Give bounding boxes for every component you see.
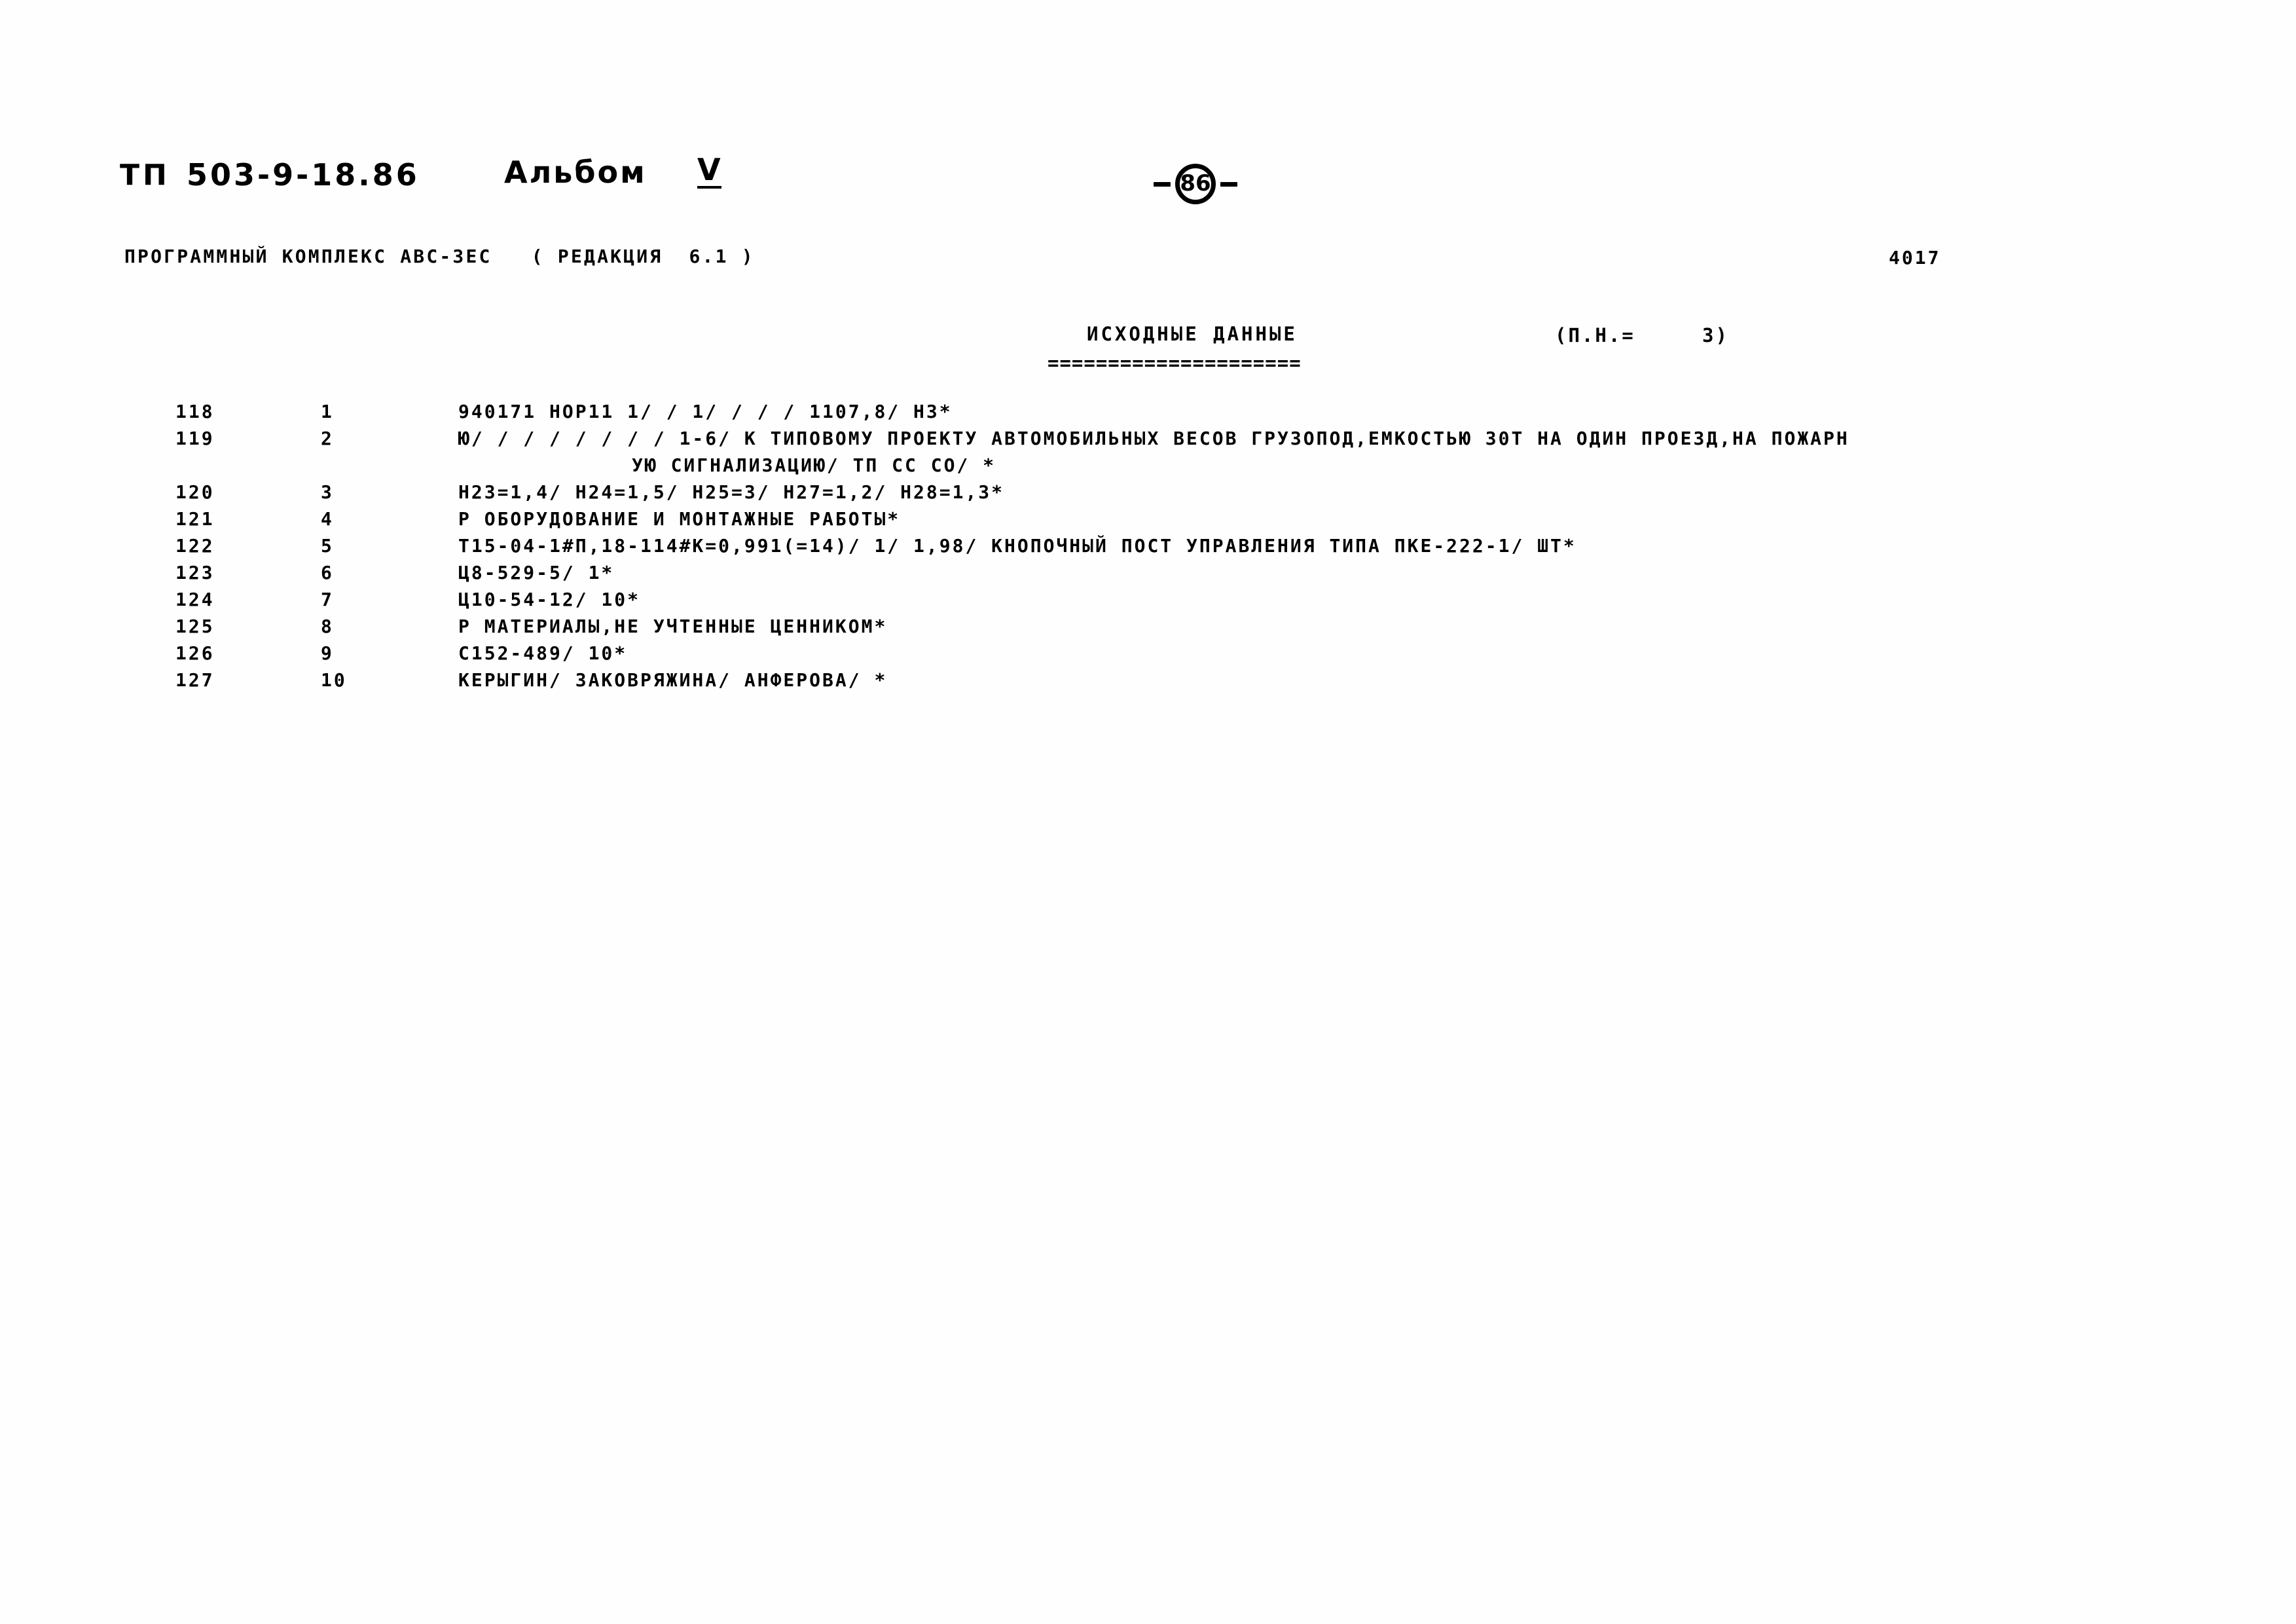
- table-row: УЮ СИГНАЛИЗАЦИЮ/ ТП СС СО/ *: [0, 454, 2296, 481]
- row-sequence-number: 5: [321, 535, 334, 557]
- row-content: Ц8-529-5/ 1*: [458, 562, 615, 583]
- dash-left-icon: [1154, 181, 1171, 187]
- row-line-number: 119: [175, 428, 215, 449]
- series-prefix: ТП: [120, 158, 170, 192]
- row-line-number: 123: [175, 562, 215, 583]
- table-row: 123 6 Ц8-529-5/ 1*: [0, 562, 2296, 589]
- row-content: Н23=1,4/ Н24=1,5/ Н25=3/ Н27=1,2/ Н28=1,…: [458, 481, 1005, 503]
- page-number-circle: 86: [1175, 164, 1216, 204]
- row-line-number: 125: [175, 616, 215, 637]
- table-row: 118 1 940171 НОР11 1/ / 1/ / / / 1107,8/ Н…: [0, 401, 2296, 428]
- document-page: ТП 503-9-18.86 Альбом V 86 ПРОГРАММНЫЙ К…: [0, 0, 2296, 1624]
- page-number-value: 86: [1180, 170, 1211, 196]
- row-sequence-number: 9: [321, 642, 334, 664]
- section-title: ИСХОДНЫЕ ДАННЫЕ: [1087, 323, 1298, 345]
- table-row: 121 4 Р ОБОРУДОВАНИЕ И МОНТАЖНЫЕ РАБОТЫ*: [0, 508, 2296, 535]
- table-row: 127 10 КЕРЫГИН/ ЗАКОВРЯЖИНА/ АНФЕРОВА/ *: [0, 669, 2296, 696]
- row-sequence-number: 4: [321, 508, 334, 530]
- album-number: V: [697, 152, 721, 189]
- table-row: 124 7 Ц10-54-12/ 10*: [0, 589, 2296, 616]
- row-sequence-number: 7: [321, 589, 334, 610]
- row-line-number: 120: [175, 481, 215, 503]
- sheet-code: 4017: [1889, 247, 1941, 268]
- row-line-number: 121: [175, 508, 215, 530]
- row-content: Т15-04-1#П,18-114#К=0,991(=14)/ 1/ 1,98/…: [458, 535, 1576, 557]
- row-content: 940171 НОР11 1/ / 1/ / / / 1107,8/ Н3*: [458, 401, 953, 422]
- row-content: Р ОБОРУДОВАНИЕ И МОНТАЖНЫЕ РАБОТЫ*: [458, 508, 901, 530]
- row-line-number: 126: [175, 642, 215, 664]
- row-content: КЕРЫГИН/ ЗАКОВРЯЖИНА/ АНФЕРОВА/ *: [458, 669, 888, 691]
- table-row: 120 3 Н23=1,4/ Н24=1,5/ Н25=3/ Н27=1,2/ Н2…: [0, 481, 2296, 508]
- row-line-number: 127: [175, 669, 215, 691]
- row-sequence-number: 6: [321, 562, 334, 583]
- table-row: 126 9 С152-489/ 10*: [0, 642, 2296, 669]
- row-line-number: 122: [175, 535, 215, 557]
- row-sequence-number: 3: [321, 481, 334, 503]
- album-label: Альбом: [504, 155, 647, 190]
- project-code: 503-9-18.86: [187, 157, 420, 193]
- row-sequence-number: 8: [321, 616, 334, 637]
- row-content: Ю/ / / / / / / / 1-6/ К ТИПОВОМУ ПРОЕКТУ…: [458, 428, 1850, 449]
- dash-right-icon: [1220, 181, 1237, 187]
- software-package-line: ПРОГРАММНЫЙ КОМПЛЕКС АВС-ЗЕС ( РЕДАКЦИЯ …: [124, 246, 755, 267]
- table-row: 125 8 Р МАТЕРИАЛЫ,НЕ УЧТЕННЫЕ ЦЕННИКОМ*: [0, 616, 2296, 642]
- table-row: 122 5 Т15-04-1#П,18-114#К=0,991(=14)/ 1/ 1…: [0, 535, 2296, 562]
- row-line-number: 118: [175, 401, 215, 422]
- row-content: Р МАТЕРИАЛЫ,НЕ УЧТЕННЫЕ ЦЕННИКОМ*: [458, 616, 888, 637]
- section-page-counter: (П.Н.= 3): [1555, 324, 1729, 346]
- section-title-rule: =====================: [1048, 352, 1302, 374]
- row-sequence-number: 10: [321, 669, 347, 691]
- page-number-badge: 86: [1154, 164, 1237, 204]
- data-listing: 118 1 940171 НОР11 1/ / 1/ / / / 1107,8/ Н…: [0, 401, 2296, 696]
- table-row: 119 2 Ю/ / / / / / / / 1-6/ К ТИПОВОМУ ПРО…: [0, 428, 2296, 454]
- row-sequence-number: 2: [321, 428, 334, 449]
- row-sequence-number: 1: [321, 401, 334, 422]
- row-content: Ц10-54-12/ 10*: [458, 589, 641, 610]
- row-line-number: 124: [175, 589, 215, 610]
- row-content: С152-489/ 10*: [458, 642, 628, 664]
- row-content: УЮ СИГНАЛИЗАЦИЮ/ ТП СС СО/ *: [632, 454, 996, 476]
